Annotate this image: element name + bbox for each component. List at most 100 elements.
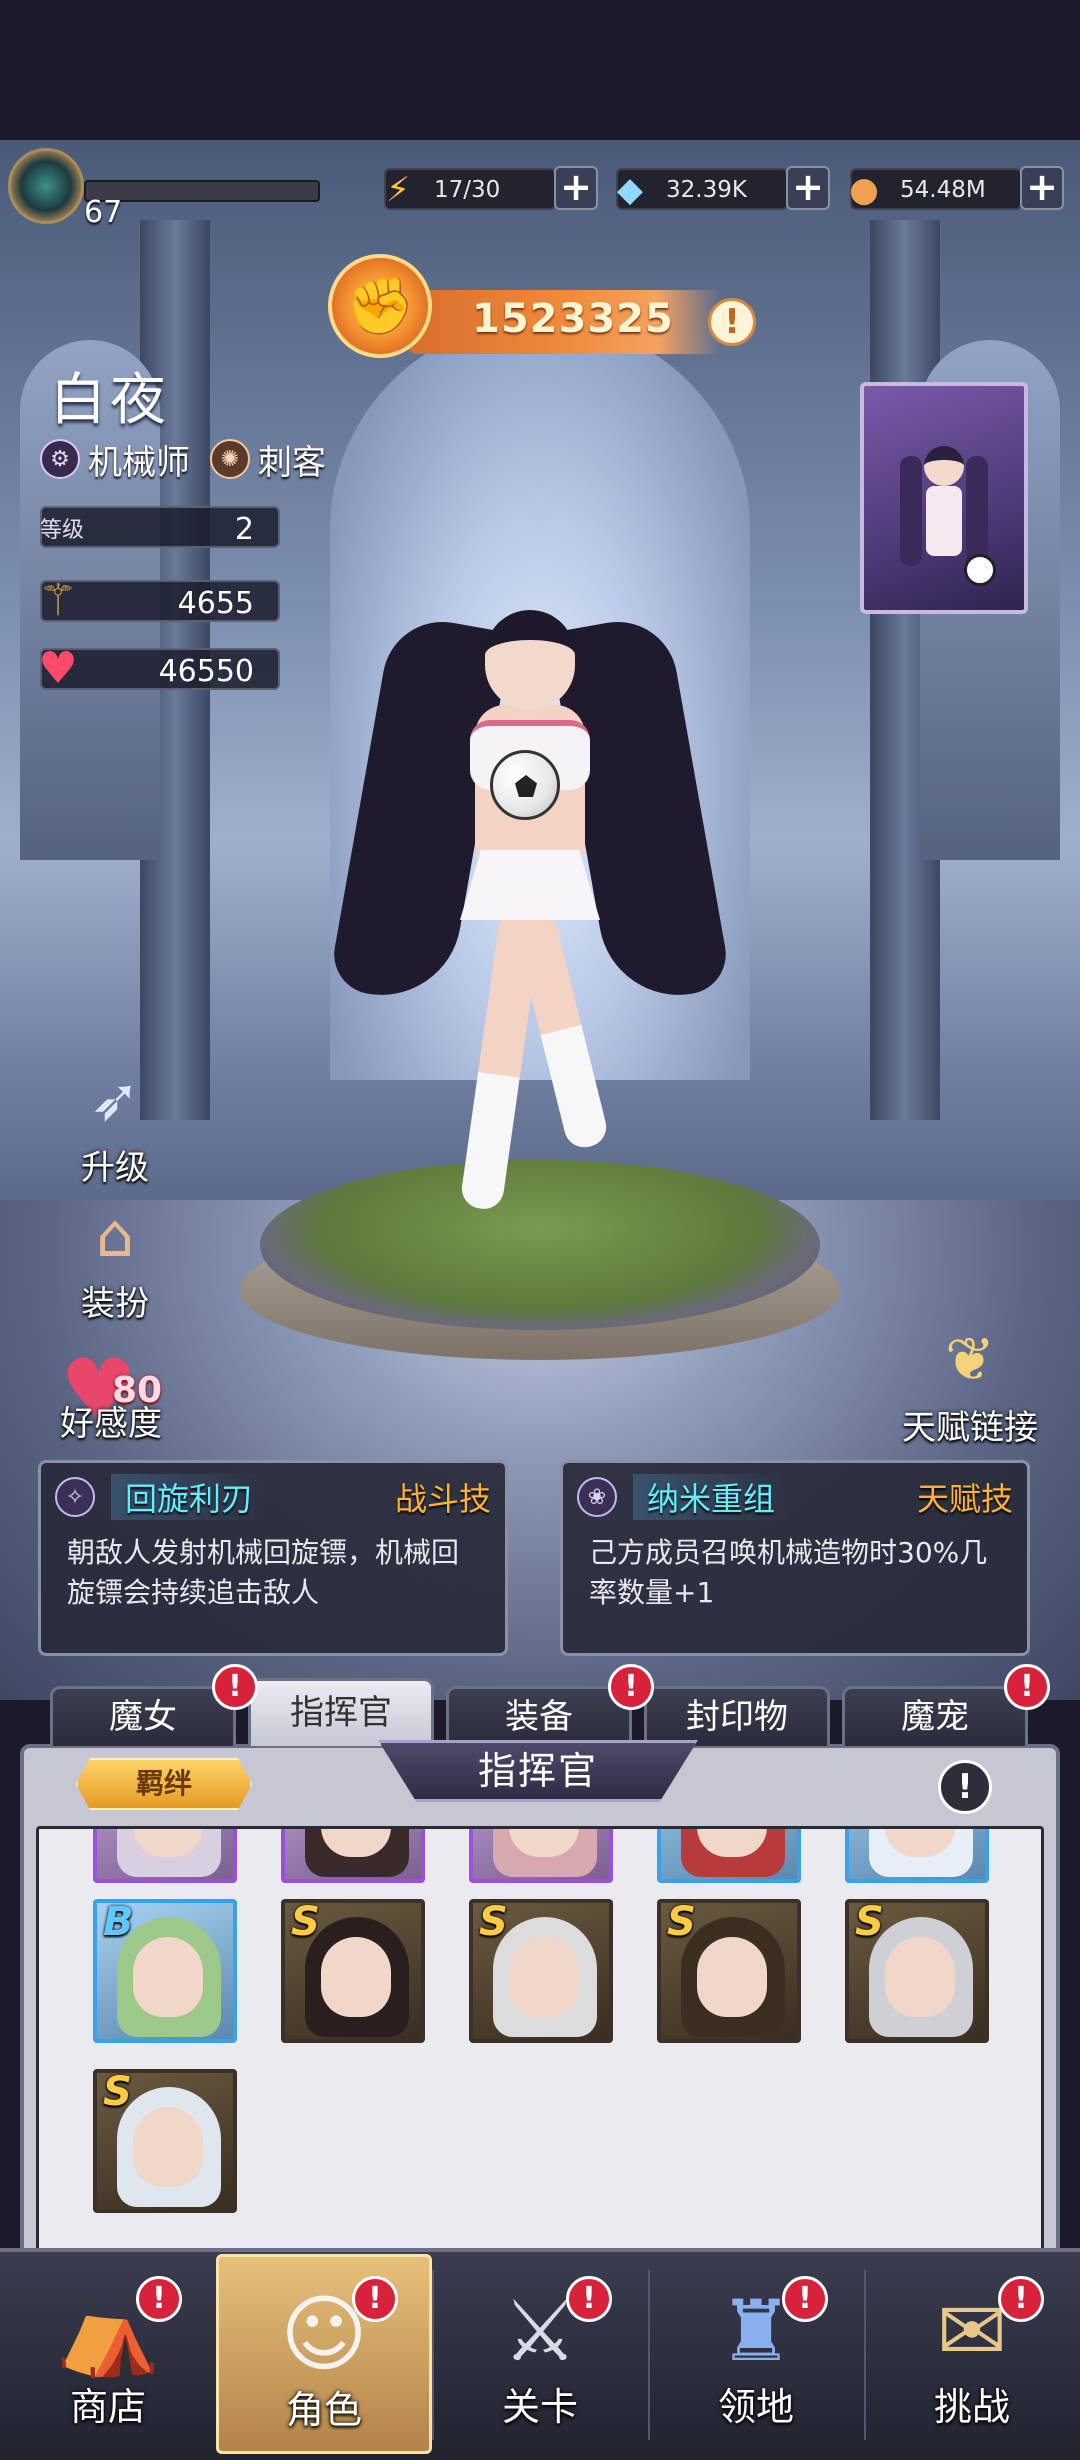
tab-seal[interactable]: 封印物 [644, 1686, 830, 1746]
character-name: 白夜 [50, 368, 170, 433]
commander-card[interactable] [469, 1829, 613, 1883]
top-status-area [0, 0, 1080, 140]
nav-character[interactable]: ☺ 角色 [216, 2254, 432, 2454]
level-value: 2 [234, 512, 254, 547]
skirt [460, 850, 600, 920]
energy-counter: ⚡ 17/30 [384, 168, 556, 210]
rank-badge: S [479, 1899, 508, 1945]
skin-portrait-card[interactable] [860, 382, 1028, 614]
add-energy-button[interactable]: + [554, 166, 598, 210]
class-mechanic: ⚙ 机械师 [40, 436, 190, 483]
nav-label: 商店 [69, 2385, 146, 2429]
add-diamond-button[interactable]: + [786, 166, 830, 210]
commander-card[interactable]: B [93, 1899, 237, 2043]
skill-description: 己方成员召唤机械造物时30%几率数量+1 [589, 1536, 988, 1609]
skill-type: 天赋技 [916, 1480, 1013, 1518]
commander-grid: B S S S S S [36, 1826, 1044, 2266]
tab-witch[interactable]: 魔女 [50, 1686, 236, 1746]
character-model[interactable] [327, 600, 733, 1240]
class-assassin: ✺ 刺客 [210, 436, 326, 483]
nav-alert-badge: ! [782, 2276, 828, 2322]
commander-card[interactable] [845, 1829, 989, 1883]
upgrade-button[interactable]: ➶ 升级 [40, 1060, 190, 1189]
class-label: 刺客 [258, 442, 326, 483]
nav-alert-badge: ! [352, 2276, 398, 2322]
heart-icon: ♥ [38, 642, 78, 694]
nav-stages[interactable]: ⚔ 关卡 [432, 2254, 648, 2454]
rank-badge: S [855, 1899, 884, 1945]
hp-value: 46550 [158, 654, 254, 689]
add-coin-button[interactable]: + [1020, 166, 1064, 210]
commander-card[interactable]: S [657, 1899, 801, 2043]
talent-link-icon: ❦ [944, 1325, 996, 1395]
tab-pet[interactable]: 魔宠 [842, 1686, 1028, 1746]
skill-description: 朝敌人发射机械回旋镖，机械回旋镖会持续追击敌人 [67, 1536, 460, 1609]
energy-value: 17/30 [434, 177, 501, 203]
level-stat: 等级 2 [40, 506, 280, 548]
rank-badge: S [667, 1899, 696, 1945]
attack-value: 4655 [177, 586, 254, 621]
staff-icon: ⚚ [38, 574, 78, 626]
power-value: 1523325 [472, 296, 674, 342]
level-label: 等级 [39, 518, 84, 543]
commander-card[interactable]: S [281, 1899, 425, 2043]
skill-name: 纳米重组 [633, 1474, 790, 1520]
rank-badge: S [103, 2069, 132, 2115]
skill-card-combat[interactable]: ✧ 回旋利刃 战斗技 朝敌人发射机械回旋镖，机械回旋镖会持续追击敌人 [38, 1460, 508, 1656]
tab-commander[interactable]: 指挥官 [248, 1678, 434, 1746]
gear-class-icon: ⚙ [40, 439, 80, 479]
affection-label: 好感度 [60, 1404, 162, 1444]
upgrade-label: 升级 [81, 1148, 149, 1188]
bond-button[interactable]: 羁绊 [76, 1758, 252, 1810]
panel-title: 指挥官 [378, 1740, 698, 1802]
tab-alert-badge: ! [212, 1664, 258, 1710]
nav-label: 关卡 [501, 2385, 578, 2429]
chibi-figure [900, 446, 988, 576]
dressup-label: 装扮 [81, 1284, 149, 1324]
lightning-icon: ⚡ [386, 170, 410, 210]
talent-link-button[interactable]: ❦ 天赋链接 [880, 1320, 1060, 1449]
commander-card[interactable] [281, 1829, 425, 1883]
commander-card[interactable]: S [469, 1899, 613, 2043]
skill-card-talent[interactable]: ❀ 纳米重组 天赋技 己方成员召唤机械造物时30%几率数量+1 [560, 1460, 1030, 1656]
talent-link-label: 天赋链接 [902, 1408, 1038, 1448]
rank-badge: B [103, 1899, 134, 1945]
fist-icon: ✊ [328, 254, 432, 358]
blade-skill-icon: ✧ [55, 1477, 95, 1517]
player-emblem-icon[interactable] [8, 148, 84, 224]
head [485, 610, 575, 710]
coin-counter: ● 54.48M [849, 168, 1022, 210]
commander-card[interactable]: S [93, 2069, 237, 2213]
class-label: 机械师 [88, 442, 190, 483]
skill-name: 回旋利刃 [111, 1474, 268, 1520]
commander-card[interactable]: S [845, 1899, 989, 2043]
nav-alert-badge: ! [136, 2276, 182, 2322]
player-level: 67 [84, 195, 123, 230]
rank-badge: S [291, 1899, 320, 1945]
power-info-icon[interactable]: ! [708, 298, 756, 346]
skill-type: 战斗技 [394, 1480, 491, 1518]
soccer-ball-icon [964, 554, 996, 586]
coin-value: 54.48M [900, 177, 986, 203]
diamond-icon: ◆ [616, 170, 644, 210]
nav-territory[interactable]: ♜ 领地 [648, 2254, 864, 2454]
commander-card[interactable] [93, 1829, 237, 1883]
diamond-value: 32.39K [666, 177, 747, 203]
nav-label: 领地 [717, 2385, 794, 2429]
nav-challenge[interactable]: ✉ 挑战 [864, 2254, 1080, 2454]
diamond-counter: ◆ 32.39K [616, 168, 788, 210]
upgrade-arrow-icon: ➶ [89, 1065, 141, 1135]
tab-equipment[interactable]: 装备 [446, 1686, 632, 1746]
affection-button[interactable]: 好感度 [36, 1396, 186, 1445]
nav-shop[interactable]: ⛺ 商店 [0, 2254, 216, 2454]
dressup-button[interactable]: ⌂ 装扮 [40, 1196, 190, 1325]
tab-alert-badge: ! [608, 1664, 654, 1710]
spiral-class-icon: ✺ [210, 439, 250, 479]
hanger-icon: ⌂ [95, 1201, 135, 1271]
nano-skill-icon: ❀ [577, 1477, 617, 1517]
tab-alert-badge: ! [1004, 1664, 1050, 1710]
nav-alert-badge: ! [566, 2276, 612, 2322]
commander-card[interactable] [657, 1829, 801, 1883]
coin-icon: ● [849, 170, 879, 210]
panel-info-icon[interactable]: ! [938, 1760, 992, 1814]
